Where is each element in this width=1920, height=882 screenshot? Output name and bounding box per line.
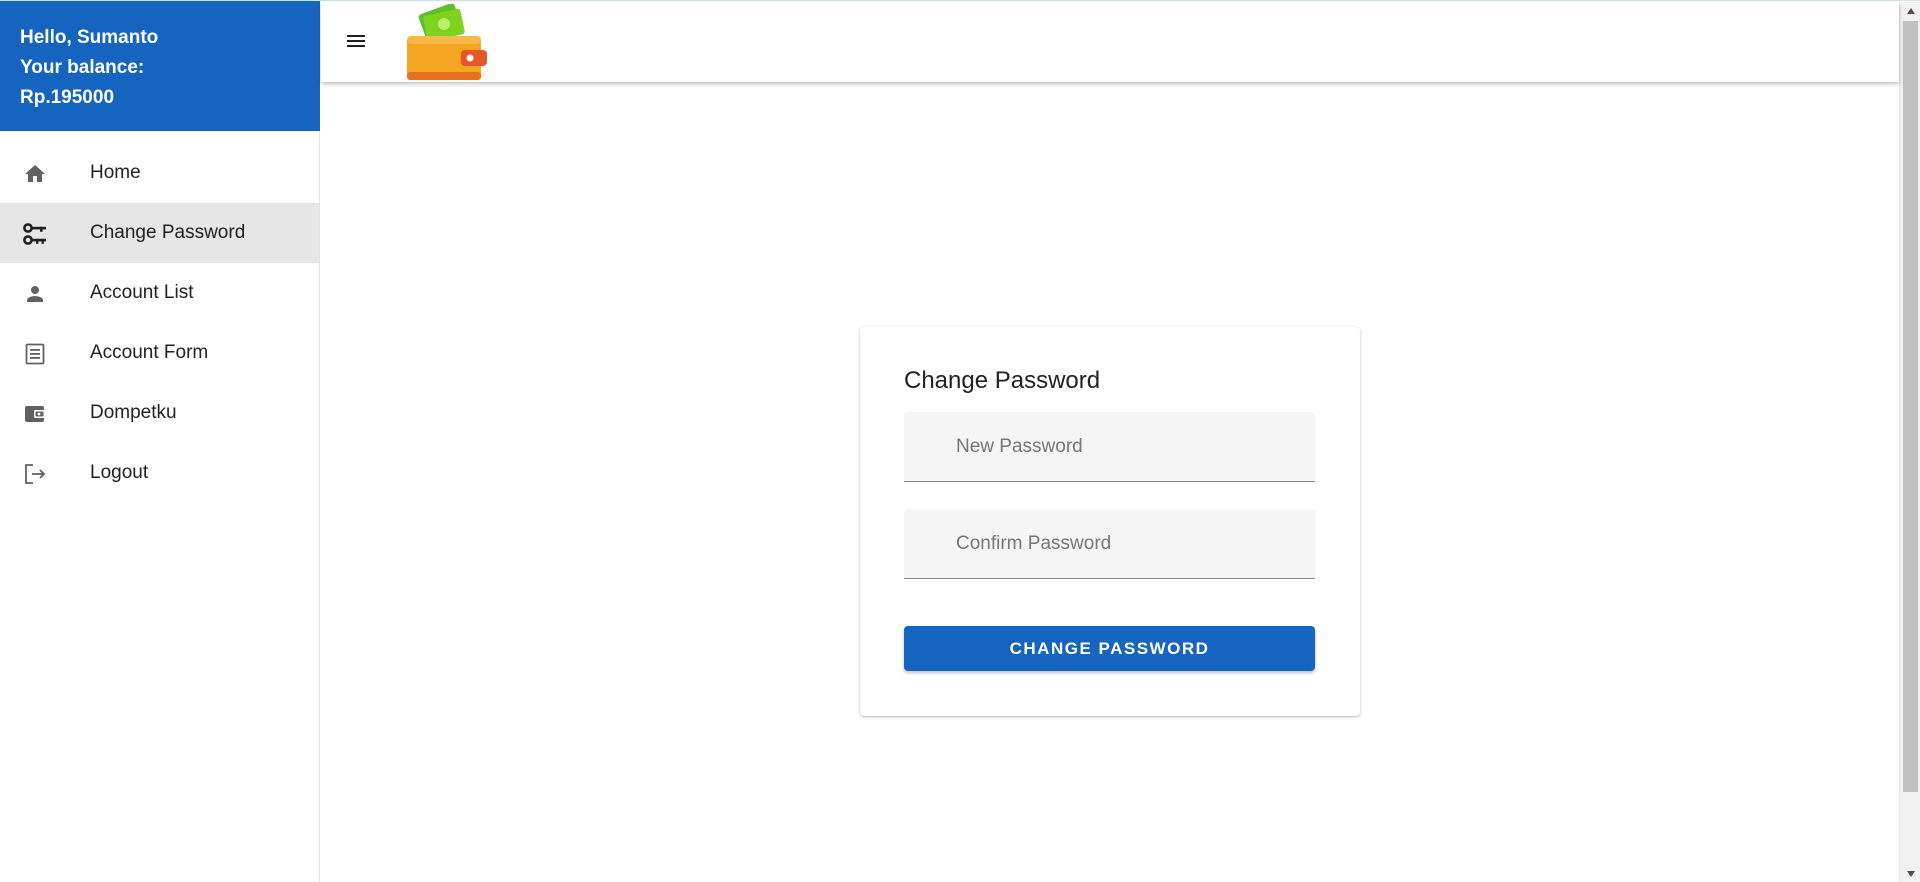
sidebar-header: Hello, Sumanto Your balance: Rp.195000	[0, 1, 320, 131]
greeting-text: Hello, Sumanto	[20, 27, 159, 48]
key-icon	[22, 221, 48, 247]
scroll-down-arrow-icon[interactable]	[1900, 865, 1920, 882]
app-window: Hello, Sumanto Your balance: Rp.195000 H…	[0, 0, 1920, 882]
balance-value: Rp.195000	[20, 87, 115, 108]
sidebar-item-label: Account Form	[90, 342, 209, 363]
hamburger-menu-icon[interactable]	[341, 26, 371, 56]
sidebar-item-change-password[interactable]: Change Password	[0, 203, 319, 263]
sidebar-item-logout[interactable]: Logout	[0, 443, 319, 503]
wallet-logo-icon	[407, 3, 487, 82]
sidebar-item-label: Account List	[90, 282, 194, 303]
card-title: Change Password	[904, 367, 1101, 394]
sidebar-item-account-list[interactable]: Account List	[0, 263, 319, 323]
new-password-field[interactable]	[904, 412, 1315, 482]
change-password-card: Change Password CHANGE PASSWORD	[860, 327, 1360, 716]
change-password-button[interactable]: CHANGE PASSWORD	[904, 626, 1315, 671]
sidebar-item-label: Home	[90, 162, 141, 183]
sidebar-item-label: Logout	[90, 462, 149, 483]
top-app-bar	[321, 2, 1899, 82]
balance-label: Your balance:	[20, 57, 145, 78]
sidebar: Hello, Sumanto Your balance: Rp.195000 H…	[0, 1, 320, 882]
sidebar-item-home[interactable]: Home	[0, 143, 319, 203]
confirm-password-input[interactable]	[904, 509, 1315, 578]
scrollbar-thumb[interactable]	[1903, 21, 1918, 792]
sidebar-nav: Home Change Password Account List Accoun…	[0, 143, 319, 503]
sidebar-item-label: Change Password	[90, 222, 246, 243]
vertical-scrollbar[interactable]	[1899, 2, 1920, 882]
scroll-up-arrow-icon[interactable]	[1900, 2, 1920, 19]
form-icon	[22, 341, 48, 367]
sidebar-item-label: Dompetku	[90, 402, 177, 423]
home-icon	[22, 161, 48, 187]
wallet-icon	[22, 401, 48, 427]
sidebar-item-account-form[interactable]: Account Form	[0, 323, 319, 383]
logout-icon	[22, 461, 48, 487]
sidebar-item-dompetku[interactable]: Dompetku	[0, 383, 319, 443]
confirm-password-field[interactable]	[904, 509, 1315, 579]
person-icon	[22, 281, 48, 307]
new-password-input[interactable]	[904, 412, 1315, 481]
